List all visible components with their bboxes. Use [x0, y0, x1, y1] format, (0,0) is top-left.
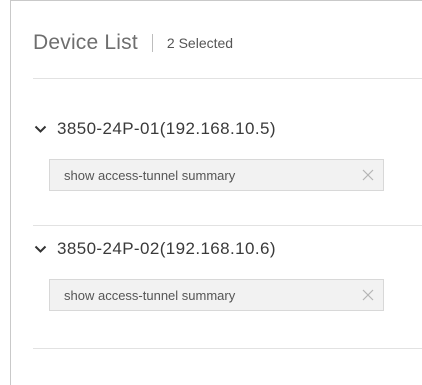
device-header[interactable]: 3850-24P-01(192.168.10.5) — [33, 114, 422, 144]
device-list-panel: Device List 2 Selected 3850-24P-01(192.1… — [10, 0, 422, 385]
device-name: 3850-24P-02(192.168.10.6) — [57, 239, 276, 258]
device-divider — [33, 348, 422, 349]
device-item: 3850-24P-02(192.168.10.6) show access-tu… — [33, 234, 422, 311]
device-item: 3850-24P-01(192.168.10.5) show access-tu… — [33, 114, 422, 191]
chevron-down-icon[interactable] — [33, 122, 47, 136]
close-icon[interactable] — [353, 160, 383, 190]
header-divider — [33, 78, 422, 79]
chevron-down-icon[interactable] — [33, 242, 47, 256]
device-name: 3850-24P-01(192.168.10.5) — [57, 119, 276, 138]
command-tag: show access-tunnel summary — [49, 159, 384, 191]
header-separator — [151, 34, 153, 52]
device-divider — [33, 225, 422, 226]
page-title: Device List — [33, 31, 138, 54]
command-tag-label: show access-tunnel summary — [64, 167, 236, 183]
panel-header: Device List 2 Selected — [33, 23, 422, 63]
command-tag-label: show access-tunnel summary — [64, 287, 236, 303]
selected-count: 2 Selected — [166, 35, 234, 51]
device-header[interactable]: 3850-24P-02(192.168.10.6) — [33, 234, 422, 264]
close-icon[interactable] — [353, 280, 383, 310]
command-tag: show access-tunnel summary — [49, 279, 384, 311]
